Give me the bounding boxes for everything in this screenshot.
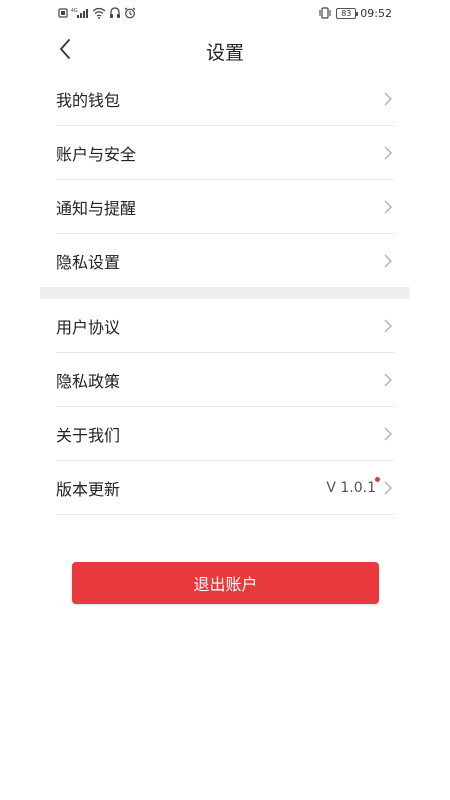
page-title: 设置 <box>205 42 244 64</box>
version-info: V 1.0.1 <box>326 476 394 496</box>
settings-item-label: 版本更新 <box>56 479 121 499</box>
status-time: 09:52 <box>360 6 392 20</box>
logout-button[interactable]: 退出账户 <box>72 562 379 604</box>
network-label: 4G <box>71 8 78 14</box>
signal-4g-icon: 4G <box>71 8 88 18</box>
chevron-right-icon <box>384 373 392 386</box>
chevron-right-icon <box>384 319 392 332</box>
settings-item-label: 我的钱包 <box>56 90 121 110</box>
settings-item-wallet[interactable]: 我的钱包 <box>56 72 394 126</box>
settings-group-2: 用户协议 隐私政策 关于我们 版本更新 V 1.0.1 <box>56 299 394 515</box>
chevron-right-icon <box>384 200 392 213</box>
battery-icon: 83 <box>336 7 359 19</box>
headset-icon <box>110 7 120 18</box>
alarm-icon <box>124 7 136 19</box>
status-left-icons: 4G <box>58 6 136 20</box>
sim-icon <box>58 8 68 18</box>
settings-item-label: 账户与安全 <box>56 144 137 164</box>
settings-item-version-update[interactable]: 版本更新 V 1.0.1 <box>56 461 394 515</box>
chevron-right-icon <box>384 92 392 105</box>
update-dot-badge <box>375 476 380 482</box>
chevron-right-icon <box>384 481 392 494</box>
settings-item-label: 用户协议 <box>56 317 121 337</box>
vibrate-icon <box>319 7 331 19</box>
settings-item-label: 隐私政策 <box>56 371 121 391</box>
battery-level: 83 <box>341 8 352 18</box>
status-bar: 4G 83 09:52 <box>0 0 450 26</box>
settings-item-privacy-settings[interactable]: 隐私设置 <box>56 234 394 288</box>
version-value: V 1.0.1 <box>326 479 376 496</box>
chevron-right-icon <box>384 427 392 440</box>
settings-item-label: 通知与提醒 <box>56 198 137 218</box>
wifi-icon <box>92 7 106 19</box>
settings-group-1: 我的钱包 账户与安全 通知与提醒 隐私设置 <box>56 72 394 288</box>
settings-item-account-security[interactable]: 账户与安全 <box>56 126 394 180</box>
settings-item-label: 隐私设置 <box>56 252 121 272</box>
settings-item-notifications[interactable]: 通知与提醒 <box>56 180 394 234</box>
settings-item-user-agreement[interactable]: 用户协议 <box>56 299 394 353</box>
nav-bar: 设置 <box>0 26 450 72</box>
status-right-icons: 83 09:52 <box>318 6 392 20</box>
chevron-right-icon <box>384 146 392 159</box>
chevron-right-icon <box>384 254 392 267</box>
settings-item-about-us[interactable]: 关于我们 <box>56 407 394 461</box>
version-value-wrap: V 1.0.1 <box>326 476 380 496</box>
section-divider <box>40 287 410 299</box>
settings-item-privacy-policy[interactable]: 隐私政策 <box>56 353 394 407</box>
settings-item-label: 关于我们 <box>56 425 121 445</box>
